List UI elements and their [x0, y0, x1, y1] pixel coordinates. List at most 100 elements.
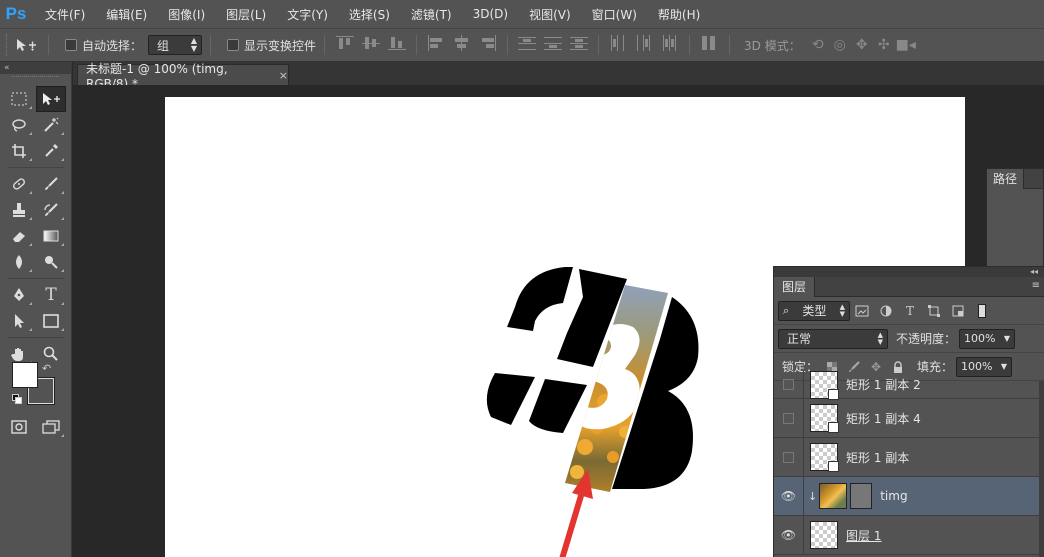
default-colors-icon[interactable] — [12, 394, 22, 404]
rectangle-shape-icon[interactable] — [36, 308, 66, 334]
image-thumbnail — [819, 483, 848, 509]
toolbar-grip[interactable] — [12, 76, 59, 84]
foreground-color[interactable] — [12, 362, 38, 388]
separator — [48, 35, 49, 55]
magic-wand-icon[interactable] — [36, 112, 66, 138]
vector-mask-icon — [828, 461, 839, 472]
layers-scrollbar[interactable] — [1039, 381, 1044, 557]
gradient-icon[interactable] — [36, 223, 66, 249]
distribute-vcenter-icon[interactable] — [544, 35, 563, 51]
menu-select[interactable]: 选择(S) — [336, 6, 398, 23]
auto-align-icon[interactable] — [700, 35, 718, 51]
dodge-icon[interactable] — [36, 249, 66, 275]
3d-scale-icon[interactable]: ■◂ — [895, 36, 917, 54]
layer-visibility-toggle[interactable] — [774, 370, 804, 399]
menu-edit[interactable]: 编辑(E) — [93, 6, 155, 23]
auto-select-value: 组 — [157, 38, 170, 53]
crop-icon[interactable] — [4, 138, 34, 164]
layer-name: 图层 1 — [846, 528, 882, 543]
healing-brush-icon[interactable] — [4, 171, 34, 197]
close-icon[interactable]: × — [279, 69, 288, 82]
eraser-icon[interactable] — [4, 223, 34, 249]
document-tab[interactable]: 未标题-1 @ 100% (timg, RGB/8) * × — [77, 62, 289, 91]
tab-layers[interactable]: 图层 — [774, 277, 816, 297]
filter-toggle-icon[interactable] — [970, 301, 994, 321]
3d-orbit-icon[interactable]: ⟲ — [807, 36, 829, 54]
layer-row[interactable]: 👁 图层 1 — [774, 515, 1040, 555]
blend-mode-dropdown[interactable]: 正常 ▲ ▼ — [778, 328, 888, 349]
show-transform-checkbox[interactable] — [227, 39, 240, 51]
3d-pan-icon[interactable]: ✥ — [851, 36, 873, 54]
opacity-field[interactable]: 100% ▼ — [959, 328, 1016, 349]
panel-menu-icon[interactable]: ≡ — [1032, 280, 1040, 291]
layer-row[interactable]: 矩形 1 副本 — [774, 437, 1040, 477]
visibility-off-box — [783, 451, 794, 463]
filter-type-icon[interactable]: T — [898, 301, 922, 321]
chevron-down-icon[interactable]: ▼ — [1001, 362, 1007, 371]
layer-kind-dropdown[interactable]: ⌕ 类型 ▲ ▼ — [778, 300, 850, 321]
align-bottom-icon[interactable] — [388, 35, 407, 51]
distribute-right-icon[interactable] — [661, 35, 679, 51]
filter-adjustment-icon[interactable] — [874, 301, 898, 321]
filter-smart-object-icon[interactable] — [946, 301, 970, 321]
history-brush-icon[interactable] — [36, 197, 66, 223]
lasso-icon[interactable] — [4, 112, 34, 138]
layer-visibility-toggle[interactable]: 👁 — [774, 515, 804, 555]
filter-pixel-icon[interactable] — [850, 301, 874, 321]
screen-mode-icon[interactable] — [36, 414, 66, 440]
blend-mode-value: 正常 — [787, 332, 812, 346]
align-top-icon[interactable] — [336, 35, 355, 51]
distribute-hcenter-icon[interactable] — [635, 35, 653, 51]
3d-slide-icon[interactable]: ✣ — [873, 36, 895, 54]
quick-mask-icon[interactable] — [4, 414, 34, 440]
layer-visibility-toggle[interactable] — [774, 398, 804, 438]
menu-layer[interactable]: 图层(L) — [213, 6, 274, 23]
3d-roll-icon[interactable]: ◎ — [829, 36, 851, 54]
brush-icon[interactable] — [36, 171, 66, 197]
rect-marquee-icon[interactable] — [4, 86, 34, 112]
move-tool-icon[interactable] — [36, 86, 66, 112]
move-tool-preset-icon[interactable] — [12, 34, 40, 56]
auto-select-dropdown[interactable]: 组 ▲ ▼ — [148, 35, 203, 55]
layer-visibility-toggle[interactable]: 👁 — [774, 476, 804, 516]
eyedropper-icon[interactable] — [36, 138, 66, 164]
options-bar: 自动选择： 组 ▲ ▼ 显示变换控件 3D 模式： ⟲ ◎ ✥ ✣ ■◂ — [0, 28, 1044, 62]
path-select-icon[interactable] — [4, 308, 34, 334]
menu-view[interactable]: 视图(V) — [516, 6, 579, 23]
menu-image[interactable]: 图像(I) — [155, 6, 213, 23]
menu-help[interactable]: 帮助(H) — [645, 6, 708, 23]
menu-type[interactable]: 文字(Y) — [274, 6, 336, 23]
layer-row[interactable]: 矩形 1 副本 4 — [774, 398, 1040, 438]
layer-row-selected[interactable]: 👁 ↓ timg — [774, 476, 1040, 516]
distribute-left-icon[interactable] — [609, 35, 627, 51]
eye-icon: 👁 — [780, 528, 797, 542]
collapse-panel-icon[interactable]: ◂◂ — [774, 267, 1044, 277]
layer-visibility-toggle[interactable] — [774, 437, 804, 477]
blur-icon[interactable] — [4, 249, 34, 275]
align-left-icon[interactable] — [427, 35, 445, 51]
show-transform-label: 显示变换控件 — [244, 38, 317, 53]
filter-shape-icon[interactable] — [922, 301, 946, 321]
type-icon[interactable]: T — [36, 282, 66, 308]
menu-3d[interactable]: 3D(D) — [460, 7, 516, 21]
auto-select-checkbox[interactable] — [65, 39, 77, 51]
layer-kind-value: 类型 — [802, 304, 827, 318]
collapse-toolbar-icon[interactable]: « — [0, 62, 71, 74]
swap-colors-icon[interactable]: ↶ — [42, 362, 51, 375]
align-vcenter-icon[interactable] — [362, 35, 381, 51]
distribute-top-icon[interactable] — [518, 35, 537, 51]
align-hcenter-icon[interactable] — [453, 35, 471, 51]
chevron-down-icon[interactable]: ▼ — [1004, 334, 1010, 343]
separator — [416, 35, 418, 55]
separator — [210, 35, 212, 55]
clone-stamp-icon[interactable] — [4, 197, 34, 223]
pen-icon[interactable] — [4, 282, 34, 308]
menu-window[interactable]: 窗口(W) — [579, 6, 645, 23]
distribute-bottom-icon[interactable] — [570, 35, 589, 51]
menu-filter[interactable]: 滤镜(T) — [398, 6, 460, 23]
search-icon: ⌕ — [783, 303, 790, 317]
align-right-icon[interactable] — [479, 35, 497, 51]
menu-file[interactable]: 文件(F) — [32, 6, 93, 23]
layer-row[interactable]: 矩形 1 副本 2 — [774, 370, 1040, 400]
tab-paths[interactable]: 路径 — [987, 169, 1025, 189]
